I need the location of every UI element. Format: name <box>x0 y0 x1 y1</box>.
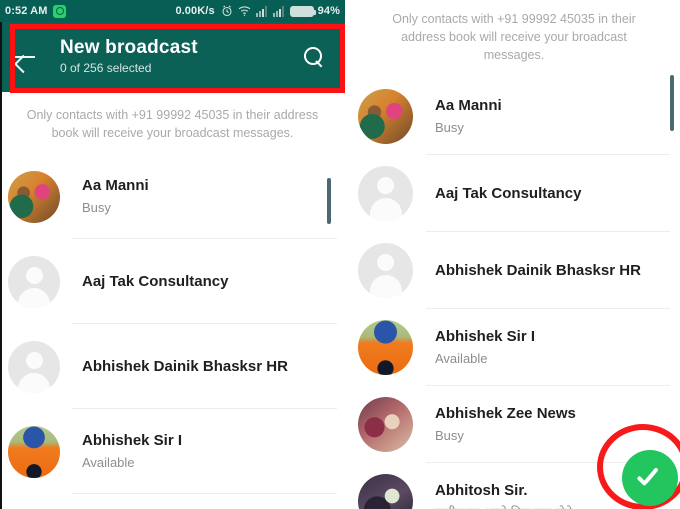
avatar <box>358 320 413 375</box>
list-item[interactable]: Aaj Tak Consultancy <box>0 239 345 324</box>
contact-name: Abhishek Dainik Bhasksr HR <box>435 261 641 279</box>
contact-meta: Aa Manni Busy <box>435 96 670 137</box>
confirm-broadcast-fab[interactable] <box>622 450 678 506</box>
avatar <box>358 474 413 509</box>
contact-name: Aaj Tak Consultancy <box>82 272 229 290</box>
avatar-placeholder-icon <box>8 255 60 308</box>
contact-status: Available <box>82 455 135 470</box>
contact-name: Aa Manni <box>82 177 149 194</box>
scrollbar-thumb-left[interactable] <box>327 178 331 224</box>
contact-name: Abhishek Sir I <box>435 328 536 345</box>
list-item[interactable]: Aaj Tak Consultancy <box>348 155 680 232</box>
whatsapp-icon <box>53 4 67 18</box>
contact-meta: Aaj Tak Consultancy <box>82 272 337 292</box>
list-item[interactable]: Abhishek Zee News Busy <box>348 386 680 463</box>
search-icon[interactable] <box>303 46 325 68</box>
status-bar-data-rate: 0.00K/s <box>175 5 215 17</box>
list-item[interactable]: Aa Manni Busy <box>0 154 345 239</box>
contact-meta: Aaj Tak Consultancy <box>435 184 670 204</box>
alarm-clock-icon <box>221 5 233 17</box>
list-item[interactable]: Abhishek Zee News <box>0 494 345 509</box>
contact-status: Available <box>435 351 488 366</box>
check-icon <box>638 472 663 485</box>
status-bar-time: 0:52 AM <box>5 5 48 17</box>
contact-name: Aa Manni <box>435 97 502 114</box>
back-arrow-icon[interactable] <box>12 44 38 70</box>
status-bar: 0:52 AM 0.00K/s 94% <box>0 0 345 22</box>
list-item[interactable]: Aa Manni Busy <box>348 78 680 155</box>
contact-meta: Abhishek Zee News Busy <box>435 404 670 445</box>
avatar-placeholder-icon <box>358 166 413 221</box>
wifi-icon <box>238 5 251 17</box>
screenshot-root: 0:52 AM 0.00K/s 94% New broadcast 0 of 2… <box>0 0 680 509</box>
right-phone-screen: Only contacts with +91 99992 45035 in th… <box>348 0 680 509</box>
list-item[interactable]: Abhishek Dainik Bhasksr HR <box>348 232 680 309</box>
left-phone-screen: 0:52 AM 0.00K/s 94% New broadcast 0 of 2… <box>0 0 345 509</box>
contact-meta: Aa Manni Busy <box>82 176 337 217</box>
contact-status: Busy <box>435 120 464 135</box>
contact-meta: Abhishek Sir I Available <box>82 431 337 472</box>
contact-name: Abhishek Dainik Bhasksr HR <box>82 357 288 375</box>
scrollbar-thumb-right[interactable] <box>670 75 674 131</box>
broadcast-notice-left: Only contacts with +91 99992 45035 in th… <box>0 92 345 154</box>
page-title: New broadcast <box>60 37 198 58</box>
contact-list-left: Aa Manni Busy Aaj Tak Consultancy Abhish… <box>0 154 345 509</box>
avatar-placeholder-icon <box>8 340 60 393</box>
avatar <box>358 397 413 452</box>
contact-name: Aaj Tak Consultancy <box>435 184 582 202</box>
contact-name: Abhishek Sir I <box>82 432 183 449</box>
signal-bars-icon-2 <box>272 5 285 17</box>
list-item[interactable]: Abhishek Sir I Available <box>0 409 345 494</box>
selection-count: 0 of 256 selected <box>60 61 152 75</box>
battery-icon <box>289 5 316 17</box>
list-item[interactable]: Abhishek Sir I Available <box>348 309 680 386</box>
app-bar-text: New broadcast 0 of 256 selected <box>60 37 303 77</box>
signal-bars-icon-1 <box>255 5 268 17</box>
battery-percent: 94% <box>317 5 340 17</box>
contact-status: Busy <box>82 200 111 215</box>
contact-meta: Abhishek Sir I Available <box>435 327 670 368</box>
avatar <box>8 170 60 223</box>
contact-status: ज़मीन पर आयो फिर बात होगे.... <box>435 503 650 509</box>
contact-meta: Abhishek Dainik Bhasksr HR <box>435 261 670 281</box>
list-item[interactable]: Abhishek Dainik Bhasksr HR <box>0 324 345 409</box>
contact-name: Abhishek Zee News <box>435 405 576 422</box>
phone-edge-line <box>0 22 2 509</box>
contact-list-right: Aa Manni Busy Aaj Tak Consultancy Abhish… <box>348 78 680 509</box>
contact-meta: Abhishek Dainik Bhasksr HR <box>82 357 337 377</box>
avatar <box>358 89 413 144</box>
avatar <box>8 425 60 478</box>
avatar-placeholder-icon <box>358 243 413 298</box>
contact-status: Busy <box>435 428 464 443</box>
app-bar: New broadcast 0 of 256 selected <box>0 22 345 92</box>
broadcast-notice-right: Only contacts with +91 99992 45035 in th… <box>348 0 680 78</box>
